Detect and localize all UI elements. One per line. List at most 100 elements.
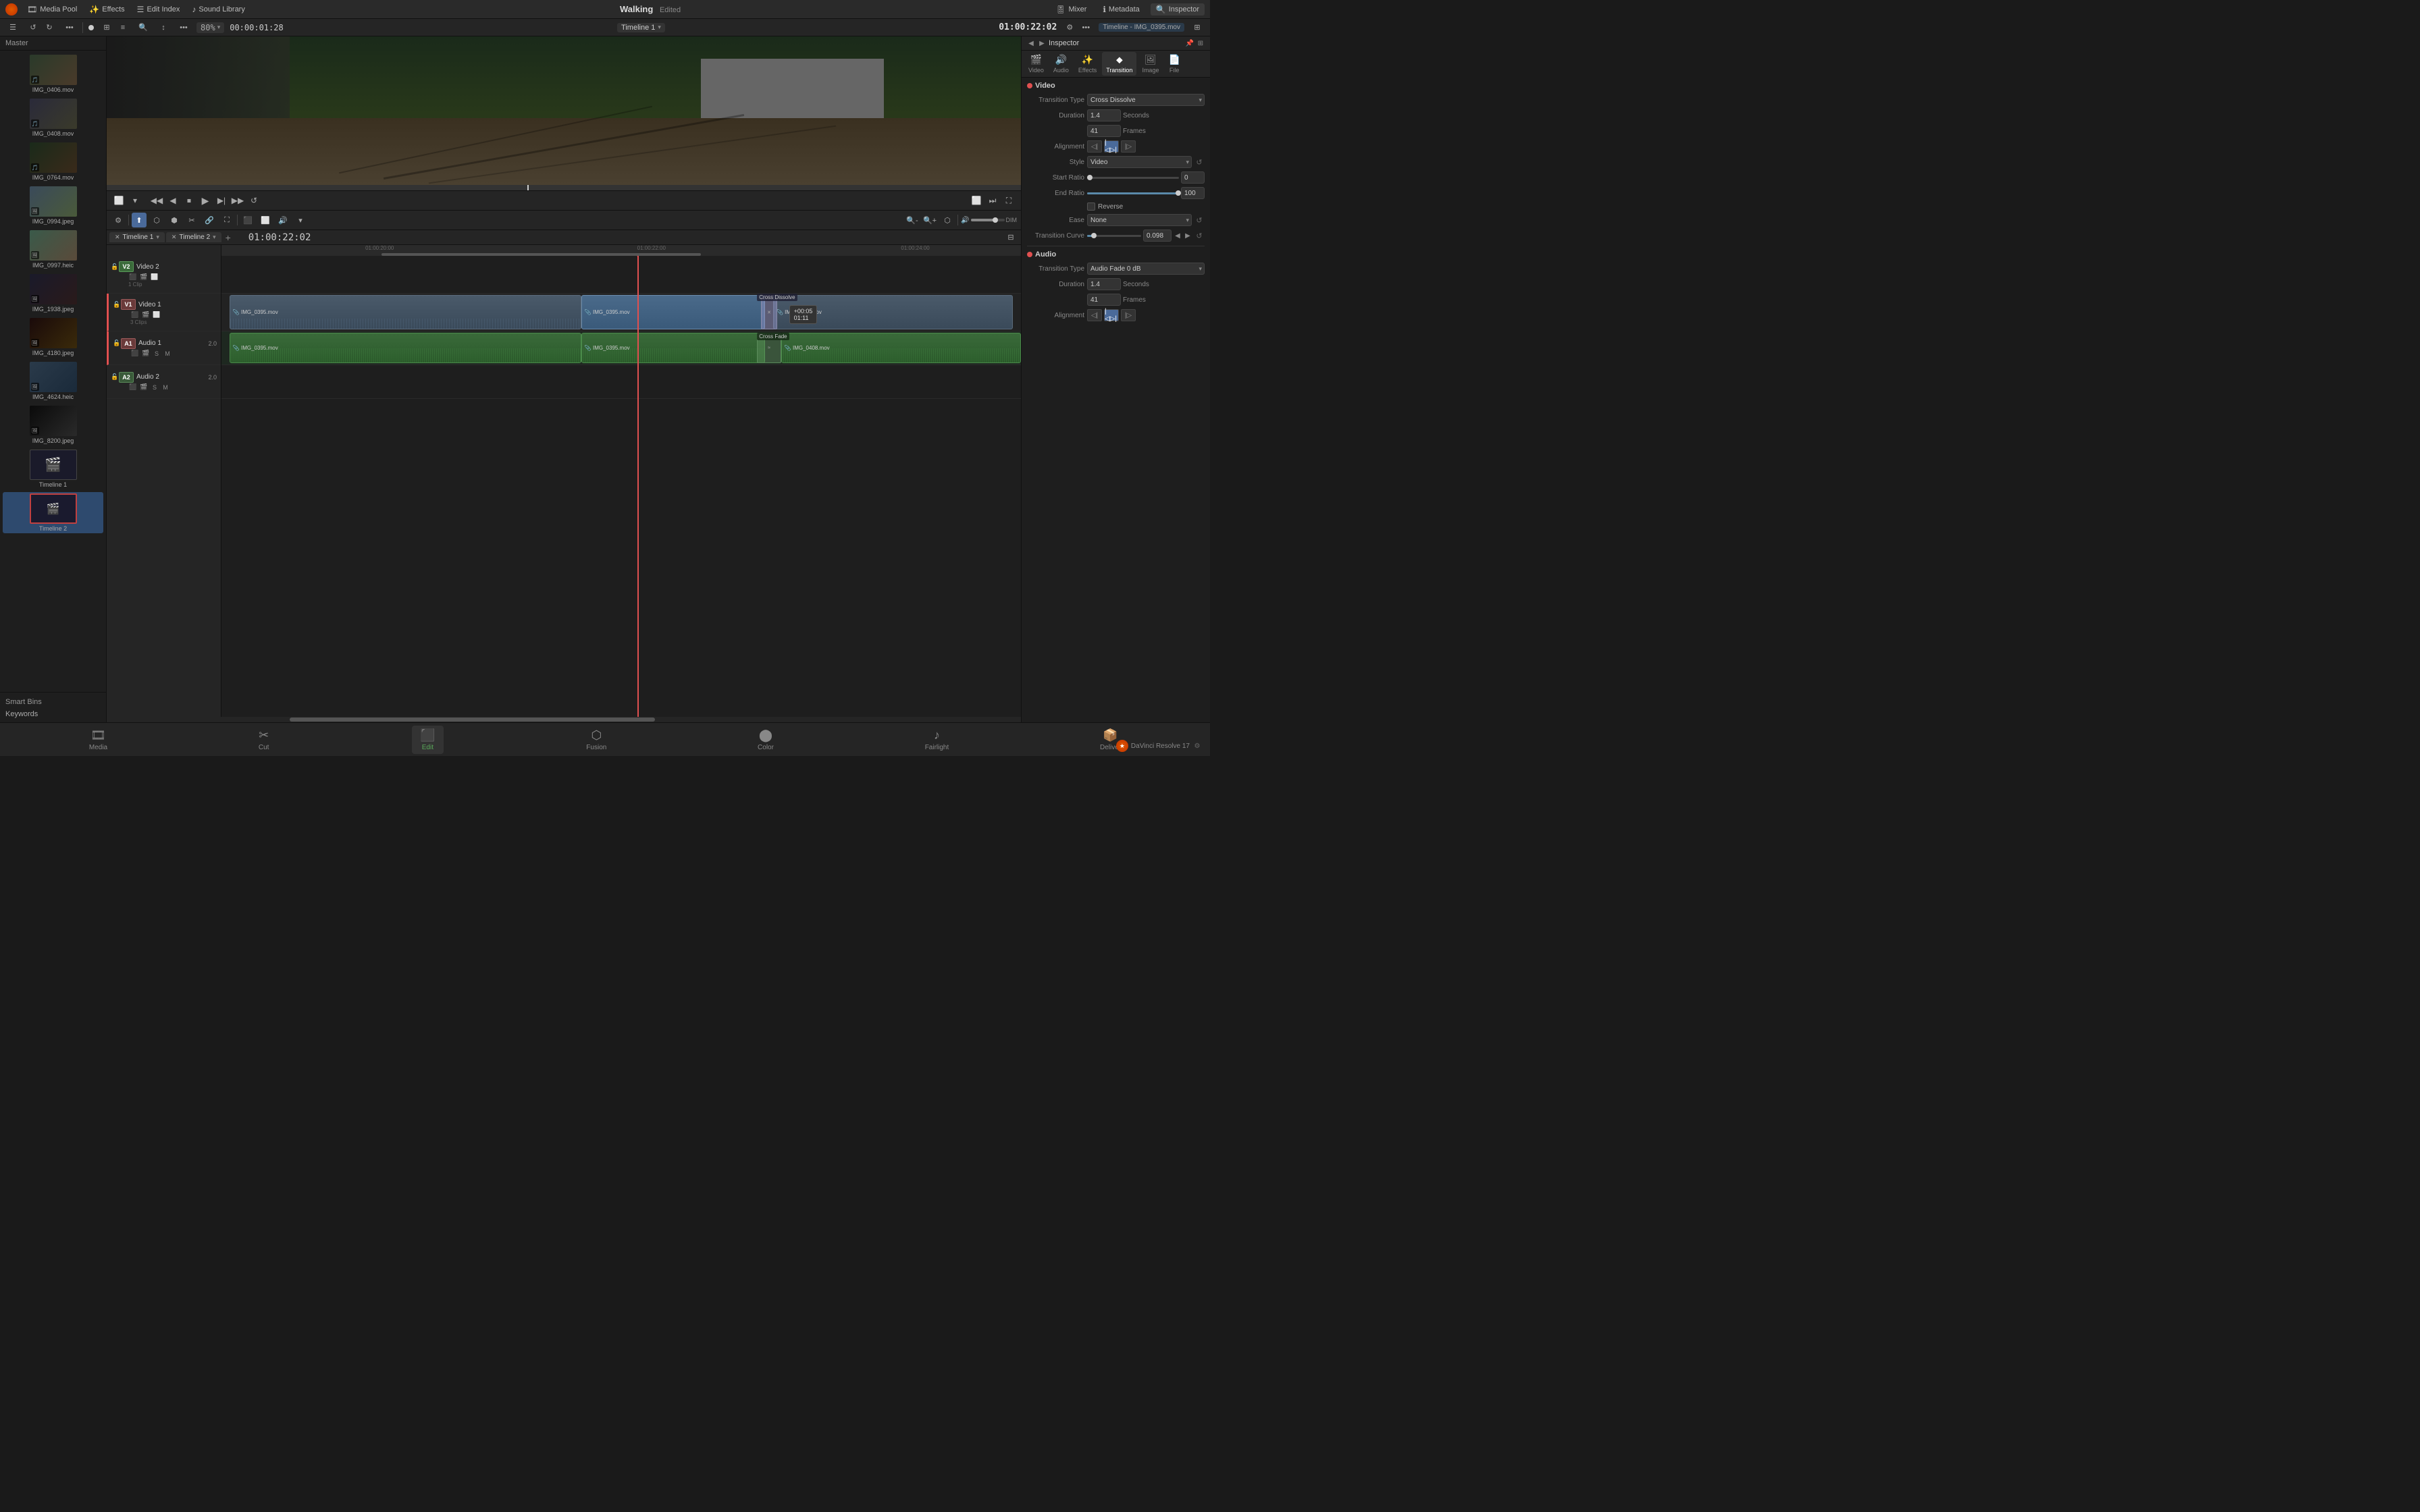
track-m-a1[interactable]: M bbox=[163, 349, 172, 358]
more-tools-btn[interactable]: ••• bbox=[62, 20, 77, 35]
next-clip-btn[interactable]: ▶▶ bbox=[231, 194, 244, 207]
tab-effects[interactable]: ✨ Effects bbox=[1074, 52, 1101, 76]
v1-clip-1[interactable]: 📎 IMG_0395.mov bbox=[230, 295, 581, 329]
v1-track-row[interactable]: 📎 IMG_0395.mov 📎 IMG_0395.mov ✕ Cross Di… bbox=[221, 294, 1021, 331]
track-badge-v2[interactable]: V2 bbox=[119, 261, 134, 272]
list-view-btn[interactable]: ≡ bbox=[115, 20, 130, 35]
style-select[interactable]: Video bbox=[1087, 156, 1192, 168]
link-btn[interactable]: 🔗 bbox=[202, 213, 217, 227]
nav-media[interactable]: 🎞 Media bbox=[81, 726, 115, 754]
track-s-a1[interactable]: S bbox=[152, 349, 161, 358]
align-center-btn[interactable]: |◁▷| bbox=[1104, 140, 1119, 153]
track-badge-a1[interactable]: A1 bbox=[121, 338, 136, 349]
redo-btn[interactable]: ↻ bbox=[42, 20, 57, 35]
track-badge-v1[interactable]: V1 bbox=[121, 299, 136, 310]
scrubber-bar[interactable] bbox=[107, 185, 1021, 190]
track-lock-a1[interactable]: 🔓 bbox=[113, 338, 118, 349]
stop-btn[interactable]: ⏹ bbox=[182, 194, 196, 207]
a1-clip-1[interactable]: 📎 IMG_0395.mov bbox=[230, 333, 581, 363]
track-s-a2[interactable]: S bbox=[150, 383, 159, 392]
zoom-timeline-btn[interactable]: ⬡ bbox=[940, 213, 955, 227]
media-item[interactable]: 🖼 IMG_1938.jpeg bbox=[3, 273, 103, 314]
blade-tool-btn[interactable]: ✂ bbox=[184, 213, 199, 227]
track-auto-a2[interactable]: ⬛ bbox=[128, 383, 138, 392]
hamburger-btn[interactable]: ☰ bbox=[5, 20, 20, 35]
timeline2-tab[interactable]: ✕ Timeline 2 ▾ bbox=[166, 232, 221, 242]
media-item[interactable]: 🎵 IMG_0408.mov bbox=[3, 97, 103, 138]
tab-transition[interactable]: ⬥ Transition bbox=[1102, 52, 1136, 76]
curve-reset-btn[interactable]: ↺ bbox=[1194, 230, 1205, 241]
clip-frame-down[interactable]: ▾ bbox=[128, 194, 142, 207]
edit-index-nav[interactable]: ☰ Edit Index bbox=[132, 3, 186, 16]
audio-align-left[interactable]: ◁| bbox=[1087, 309, 1102, 321]
mixer-nav[interactable]: 🎚 Mixer bbox=[1050, 3, 1092, 16]
extra-btn[interactable]: ••• bbox=[1078, 20, 1093, 35]
track-auto-color-v2[interactable]: ⬛ bbox=[128, 272, 138, 281]
track-audio-v1[interactable]: ⬜ bbox=[152, 310, 161, 319]
track-badge-a2[interactable]: A2 bbox=[119, 372, 134, 383]
prev-clip-btn[interactable]: ◀◀ bbox=[150, 194, 163, 207]
align-right-btn[interactable]: |▷ bbox=[1121, 140, 1136, 153]
curve-input[interactable] bbox=[1143, 230, 1172, 242]
track-vid-a1[interactable]: 🎬 bbox=[141, 349, 151, 358]
track-video-v2[interactable]: 🎬 bbox=[139, 272, 149, 281]
timeline-selector[interactable]: Timeline 1 ▾ bbox=[617, 23, 665, 32]
track-video-v1[interactable]: 🎬 bbox=[141, 310, 151, 319]
ease-select[interactable]: None bbox=[1087, 214, 1192, 226]
next-frame-btn[interactable]: ▶| bbox=[215, 194, 228, 207]
reverse-checkbox[interactable] bbox=[1087, 202, 1095, 211]
frames-input[interactable] bbox=[1087, 125, 1121, 137]
ease-reset-btn[interactable]: ↺ bbox=[1194, 215, 1205, 225]
align-left-btn[interactable]: ◁| bbox=[1087, 140, 1102, 153]
nav-fusion[interactable]: ⬡ Fusion bbox=[578, 726, 614, 754]
timeline-layout-btn[interactable]: ⊟ bbox=[1003, 230, 1018, 245]
scroll-handle[interactable] bbox=[290, 718, 656, 722]
nav-color[interactable]: ⬤ Color bbox=[749, 726, 782, 754]
metadata-nav[interactable]: ℹ Metadata bbox=[1097, 3, 1145, 16]
media-pool-nav[interactable]: 🎞 Media Pool bbox=[22, 3, 82, 16]
audio-btn[interactable]: 🔊 bbox=[275, 213, 290, 227]
track-lock-v2[interactable]: 🔓 bbox=[111, 261, 116, 272]
track-auto-a1[interactable]: ⬛ bbox=[130, 349, 140, 358]
trim-tool-btn[interactable]: ⬡ bbox=[149, 213, 164, 227]
vol-down-btn[interactable]: ▾ bbox=[293, 213, 308, 227]
a1-clip-2[interactable]: 📎 IMG_0395.mov bbox=[581, 333, 765, 363]
transition-type-select[interactable]: Cross Dissolve bbox=[1087, 94, 1205, 106]
keywords-item[interactable]: Keywords bbox=[5, 709, 101, 720]
nav-edit[interactable]: ⬛ Edit bbox=[412, 726, 443, 754]
settings-btn[interactable]: ⚙ bbox=[1062, 20, 1077, 35]
a1-clip-3[interactable]: 📎 IMG_0408.mov bbox=[781, 333, 1021, 363]
prev-frame-btn[interactable]: ◀ bbox=[166, 194, 180, 207]
sound-library-nav[interactable]: ♪ Sound Library bbox=[186, 3, 251, 16]
bottom-settings-btn[interactable]: ⚙ bbox=[1192, 741, 1202, 751]
add-timeline-tab[interactable]: + bbox=[223, 232, 234, 243]
media-item[interactable]: 🎵 IMG_0764.mov bbox=[3, 141, 103, 182]
v2-track-row[interactable] bbox=[221, 256, 1021, 294]
media-item[interactable]: 🎵 IMG_0406.mov bbox=[3, 53, 103, 94]
a2-track-row[interactable] bbox=[221, 365, 1021, 399]
undo-btn[interactable]: ↺ bbox=[26, 20, 41, 35]
timeline2-item[interactable]: 🎬 Timeline 2 bbox=[3, 492, 103, 533]
start-ratio-input[interactable] bbox=[1181, 171, 1205, 184]
search-btn[interactable]: 🔍 bbox=[136, 20, 151, 35]
tab-video[interactable]: 🎬 Video bbox=[1024, 52, 1048, 76]
tab-file[interactable]: 📄 File bbox=[1164, 52, 1184, 76]
flag-btn[interactable]: ⛶ bbox=[219, 213, 234, 227]
grid-view-btn[interactable]: ⊞ bbox=[99, 20, 114, 35]
nav-fairlight[interactable]: ♪ Fairlight bbox=[917, 726, 957, 754]
audio-frames-input[interactable] bbox=[1087, 294, 1121, 306]
ripple-trim-btn[interactable]: ⬢ bbox=[167, 213, 182, 227]
tab-image[interactable]: 🖼 Image bbox=[1138, 52, 1163, 76]
record-btn[interactable] bbox=[88, 25, 94, 30]
effects-nav[interactable]: ✨ Effects bbox=[84, 3, 130, 16]
track-lock-v1[interactable]: 🔓 bbox=[113, 299, 118, 310]
select-tool-btn[interactable]: ⬆ bbox=[132, 213, 147, 227]
audio-align-center[interactable]: |◁▷| bbox=[1104, 309, 1119, 321]
track-audio-v2[interactable]: ⬜ bbox=[150, 272, 159, 281]
tab-audio[interactable]: 🔊 Audio bbox=[1049, 52, 1073, 76]
media-item[interactable]: 🖼 IMG_0997.heic bbox=[3, 229, 103, 270]
timeline1-item[interactable]: 🎬 Timeline 1 bbox=[3, 448, 103, 489]
play-btn[interactable]: ▶ bbox=[199, 194, 212, 207]
sort-btn[interactable]: ↕ bbox=[156, 20, 171, 35]
audio-duration-input[interactable] bbox=[1087, 278, 1121, 290]
